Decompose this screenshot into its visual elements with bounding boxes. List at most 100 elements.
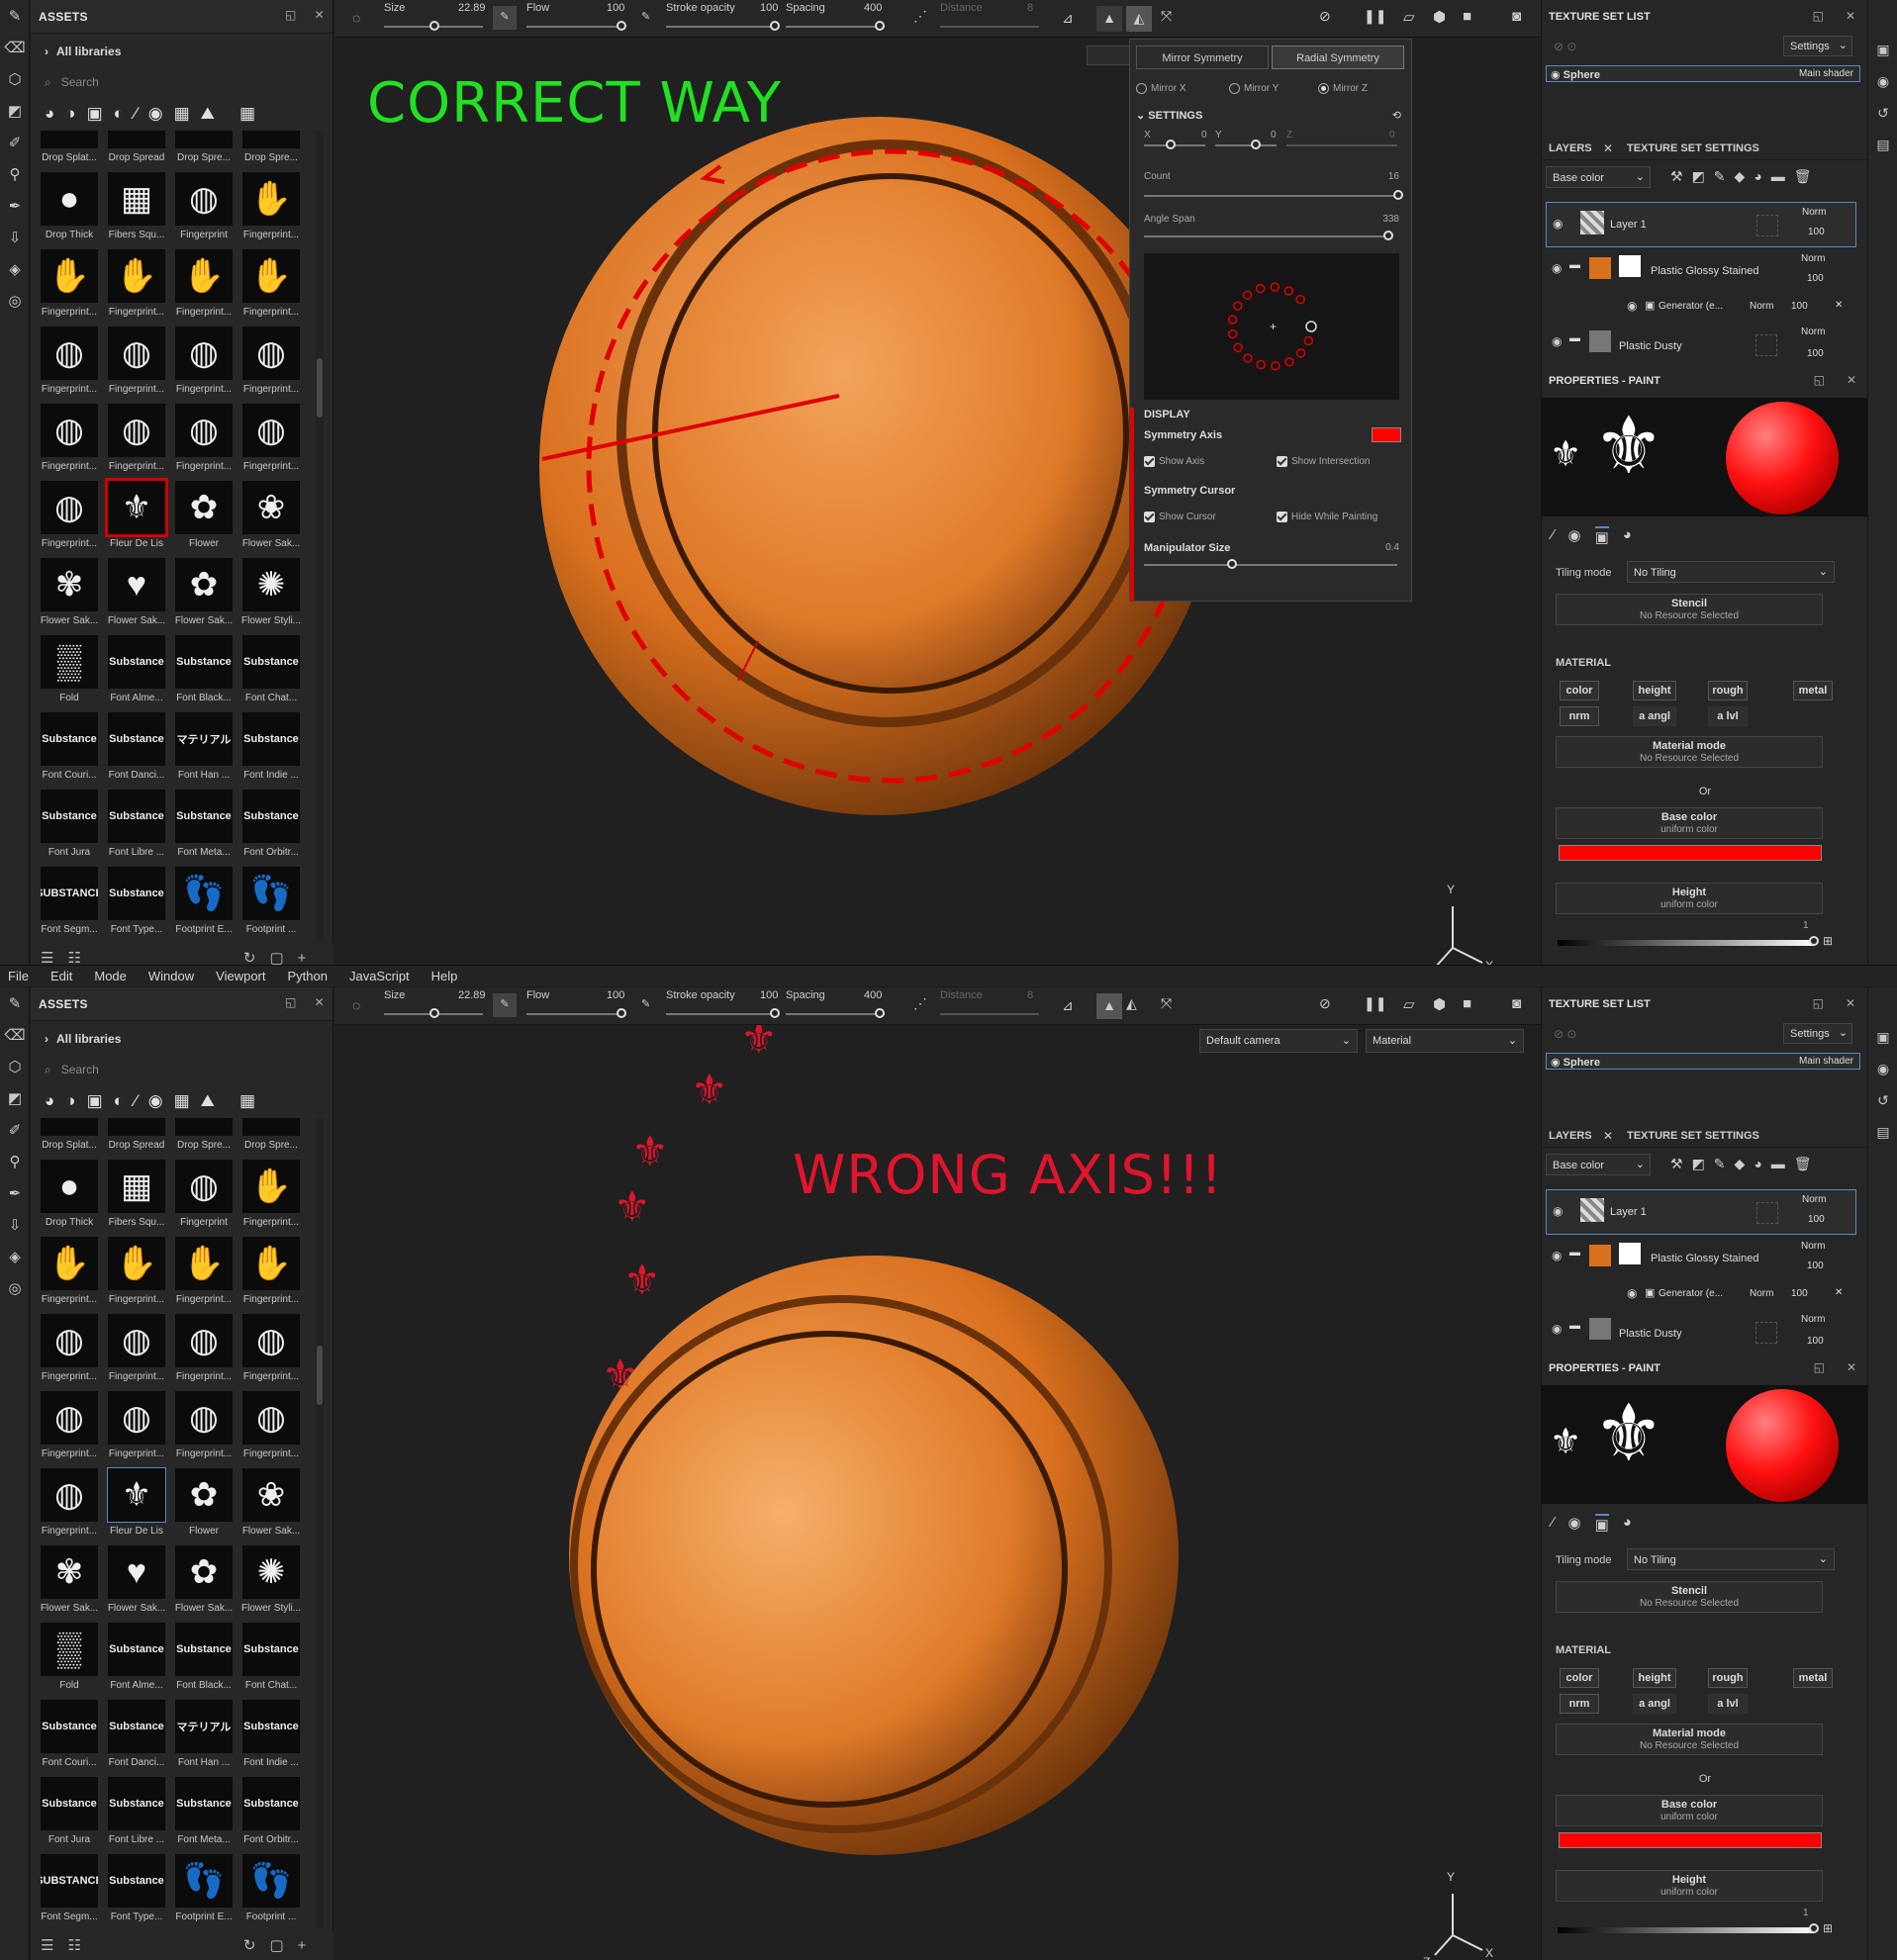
close-icon[interactable]: ✕ [1603, 1129, 1613, 1143]
add-mask-icon[interactable]: ◩ [1692, 168, 1705, 185]
asset-tile[interactable]: ◍ Fingerprint... [238, 400, 304, 475]
asset-tile[interactable]: Substance Font Meta... [171, 1773, 237, 1848]
blend-mode[interactable]: Norm [1802, 1194, 1826, 1205]
filter-filter-icon[interactable]: ◐ [114, 104, 124, 124]
assets-scrollbar[interactable] [316, 131, 324, 942]
close-icon[interactable]: ✕ [1603, 141, 1613, 155]
tiling-mode-dropdown[interactable]: No Tiling ⌄ [1627, 1548, 1835, 1570]
asset-tile[interactable]: ✺ Flower Styli... [238, 1541, 304, 1617]
layer-row[interactable]: ◉ ▬ Plastic Glossy Stained Norm 100 [1546, 249, 1856, 295]
count-value[interactable]: 16 [1388, 171, 1399, 182]
camera-icon[interactable]: ■ [1463, 995, 1471, 1012]
asset-tile[interactable]: ✋ Fingerprint... [238, 1156, 304, 1231]
asset-tile[interactable]: ♥ Flower Sak... [104, 1541, 169, 1617]
asset-tile[interactable]: Substance Font Libre ... [104, 786, 169, 861]
asset-tile[interactable]: Substance Font Indie ... [238, 1696, 304, 1771]
assets-search[interactable]: ⌕ Search [39, 1057, 325, 1082]
radial-symmetry-tab[interactable]: Radial Symmetry [1272, 46, 1404, 69]
stroke-opacity-slider[interactable] [666, 1013, 777, 1015]
material-tab-icon[interactable]: ◕ [1623, 526, 1632, 546]
asset-tile[interactable]: ❀ Flower Sak... [238, 477, 304, 552]
stroke-opacity-knob[interactable] [770, 1008, 780, 1018]
add-folder-icon[interactable]: ▬ [1771, 168, 1785, 185]
asset-tile[interactable]: Substance Font Orbitr... [238, 1773, 304, 1848]
add-mask-icon[interactable]: ◩ [1692, 1156, 1705, 1172]
smudge-icon[interactable]: ✐ [0, 1114, 30, 1146]
asset-tile[interactable]: ◍ Fingerprint [171, 168, 237, 243]
menu-mode[interactable]: Mode [94, 969, 127, 983]
close-icon[interactable]: ✕ [1835, 1287, 1843, 1298]
z-slider[interactable] [1286, 144, 1397, 146]
transform-icon[interactable]: ⤧ [1161, 995, 1172, 1012]
manipulator-size-knob[interactable] [1227, 559, 1237, 569]
texture-set-settings-button[interactable]: Settings ⌄ [1783, 1023, 1852, 1044]
height-slider[interactable] [1558, 1927, 1815, 1933]
angle-span-slider[interactable] [1144, 235, 1389, 237]
hide-icon[interactable]: ⊘ [1319, 8, 1331, 25]
menu-window[interactable]: Window [148, 969, 194, 983]
y-slider[interactable] [1215, 144, 1277, 146]
distance-slider[interactable] [940, 1013, 1039, 1015]
alpha-filter-icon[interactable]: ◉ [148, 1091, 163, 1111]
asset-tile[interactable]: ✋ Fingerprint... [171, 245, 237, 321]
asset-tile[interactable]: ◍ Fingerprint... [37, 323, 102, 398]
eye-icon[interactable]: ◉ [1552, 334, 1562, 348]
height-slot[interactable]: Height uniform color [1556, 1870, 1823, 1902]
asset-tile[interactable]: ▦ Fibers Squ... [104, 168, 169, 243]
close-icon[interactable]: ✕ [1835, 300, 1843, 311]
asset-tile[interactable]: 👣 Footprint ... [238, 1850, 304, 1925]
asset-tile[interactable]: Substance Font Indie ... [238, 708, 304, 784]
asset-tile[interactable]: Substance Font Danci... [104, 708, 169, 784]
channel-dropdown[interactable]: Base color ⌄ [1546, 1154, 1651, 1175]
screenshot-icon[interactable]: ◙ [1512, 8, 1521, 25]
asset-tile[interactable]: SUBSTANCE Font Segm... [37, 1850, 102, 1925]
asset-tile[interactable]: Substance Font Chat... [238, 1619, 304, 1694]
material-tab-icon[interactable]: ◕ [1623, 1514, 1632, 1534]
screenshot-icon[interactable]: ◙ [1512, 995, 1521, 1012]
asset-tile[interactable]: · Drop Spre... [238, 1118, 304, 1154]
radial-symmetry-icon[interactable]: ◭ [1126, 6, 1152, 32]
screen-view-icon[interactable]: ▱ [1403, 995, 1415, 1013]
show-axis-checkbox[interactable] [1144, 455, 1155, 467]
smudge-icon[interactable]: ✐ [0, 127, 30, 158]
asset-tile[interactable]: Substance Font Jura [37, 786, 102, 861]
channel-chip-metal[interactable]: metal [1793, 1668, 1833, 1688]
eye-icon[interactable]: ◉ [1627, 1286, 1637, 1300]
stencil-tab-icon[interactable]: ▣ [1594, 526, 1609, 546]
asset-tile[interactable]: ▦ Fibers Squ... [104, 1156, 169, 1231]
stencil-slot[interactable]: Stencil No Resource Selected [1556, 1581, 1823, 1613]
asset-tile[interactable]: 👣 Footprint ... [238, 863, 304, 938]
asset-tile[interactable]: ● Drop Thick [37, 168, 102, 243]
asset-tile[interactable]: SUBSTANCE Font Segm... [37, 863, 102, 938]
layer-row[interactable]: ◉ ▬ Plastic Dusty Norm 100 [1546, 1310, 1856, 1355]
clone-icon[interactable]: ⚲ [0, 1146, 30, 1177]
asset-tile[interactable]: ◍ Fingerprint... [37, 1387, 102, 1462]
lazy-mouse-icon[interactable]: ⋰ [913, 995, 927, 1012]
picker-icon[interactable]: ✒ [0, 1177, 30, 1209]
stroke-opacity-knob[interactable] [770, 21, 780, 31]
environment-filter-icon[interactable]: ⛰ [201, 104, 215, 124]
height-value[interactable]: 1 [1803, 1908, 1809, 1918]
undock-icon[interactable]: ◱ [1814, 373, 1825, 387]
layers-tab[interactable]: LAYERS [1549, 1130, 1592, 1142]
projection-icon[interactable]: ⬡ [0, 63, 30, 95]
alpha-filter-icon[interactable]: ◉ [148, 104, 163, 124]
spacing-slider-knob[interactable] [875, 21, 885, 31]
assets-scrollbar[interactable] [316, 1118, 324, 1929]
asset-tile[interactable]: · Drop Spre... [171, 131, 237, 166]
show-cursor-option[interactable]: Show Cursor [1144, 511, 1216, 522]
asset-tile[interactable]: 👣 Footprint E... [171, 863, 237, 938]
asset-tile[interactable]: ✋ Fingerprint... [171, 1233, 237, 1308]
asset-tile[interactable]: · Drop Splat... [37, 131, 102, 166]
opacity-pen-icon[interactable]: ✎ [641, 10, 650, 23]
blend-mode[interactable]: Norm [1801, 1241, 1825, 1252]
asset-tile[interactable]: ✋ Fingerprint... [104, 1233, 169, 1308]
projection-icon[interactable]: ⬡ [0, 1051, 30, 1082]
asset-tile[interactable]: · Drop Splat... [37, 1118, 102, 1154]
flow-value[interactable]: 100 [607, 2, 624, 14]
shader-settings-icon[interactable]: ◉ [1868, 65, 1897, 97]
spacing-slider[interactable] [786, 26, 885, 28]
distance-slider[interactable] [940, 26, 1039, 28]
count-slider[interactable] [1144, 195, 1397, 197]
flow-slider[interactable] [526, 1013, 625, 1015]
